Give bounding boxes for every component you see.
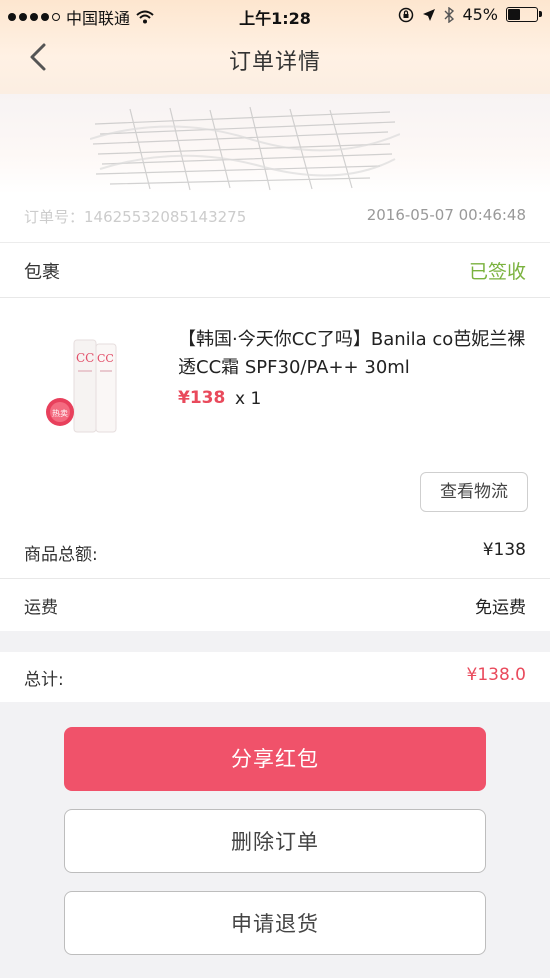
battery-percent: 45% bbox=[462, 5, 498, 24]
status-bar: 中国联通 上午1:28 45% bbox=[0, 0, 550, 32]
total-value: ¥138.0 bbox=[466, 665, 526, 685]
lock-rotation-icon bbox=[399, 7, 414, 22]
share-red-packet-button[interactable]: 分享红包 bbox=[64, 727, 486, 791]
total-row: 总计: ¥138.0 bbox=[0, 652, 550, 702]
order-number: 订单号：14625532085143275 bbox=[24, 208, 247, 226]
svg-text:CC: CC bbox=[97, 352, 114, 365]
page-title: 订单详情 bbox=[228, 50, 321, 75]
order-info-row: 订单号：14625532085143275 2016-05-07 00:46:4… bbox=[0, 194, 550, 243]
shipping-label: 运费 bbox=[24, 598, 58, 618]
total-label: 总计: bbox=[24, 670, 64, 690]
product-name[interactable]: 【韩国·今天你CC了吗】Banila co芭妮兰裸透CC霜 SPF30/PA++… bbox=[178, 326, 528, 382]
redaction-scribble bbox=[90, 106, 400, 191]
shipping-row: 运费 免运费 bbox=[0, 579, 550, 631]
product-thumbnail[interactable]: CC CC 热卖 bbox=[30, 320, 160, 450]
subtotal-label: 商品总额: bbox=[24, 545, 98, 565]
order-date: 2016-05-07 00:46:48 bbox=[366, 206, 526, 224]
location-arrow-icon bbox=[423, 8, 436, 21]
view-logistics-button[interactable]: 查看物流 bbox=[420, 472, 528, 512]
request-refund-button[interactable]: 申请退货 bbox=[64, 891, 486, 955]
thumb-badge: 热卖 bbox=[52, 408, 68, 418]
battery-fill bbox=[508, 9, 521, 20]
product-card: CC CC 热卖 【韩国·今天你CC了吗】Banila co芭妮兰裸透CC霜 S… bbox=[0, 298, 550, 527]
delete-order-button[interactable]: 删除订单 bbox=[64, 809, 486, 873]
package-status: 已签收 bbox=[468, 261, 526, 283]
product-price: ¥138 bbox=[178, 388, 226, 408]
shipping-value: 免运费 bbox=[475, 598, 526, 618]
subtotal-value: ¥138 bbox=[482, 540, 526, 560]
subtotal-row: 商品总额: ¥138 bbox=[0, 526, 550, 579]
package-header: 包裹 已签收 bbox=[0, 243, 550, 298]
bluetooth-icon bbox=[444, 6, 455, 23]
svg-text:CC: CC bbox=[76, 351, 94, 365]
package-label: 包裹 bbox=[24, 262, 60, 283]
product-quantity: x 1 bbox=[235, 389, 262, 409]
battery-icon bbox=[506, 7, 542, 22]
